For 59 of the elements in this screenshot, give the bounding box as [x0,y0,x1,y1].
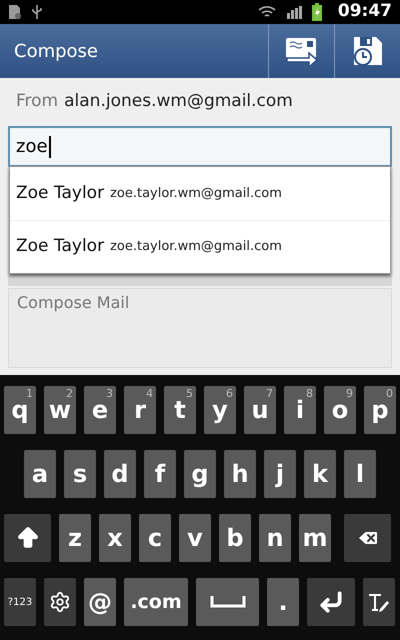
contact-suggestion[interactable]: Zoe Taylor zoe.taylor.wm@gmail.com [10,220,390,273]
keyboard-key[interactable]: c [139,514,171,562]
text-pen-icon [368,592,390,612]
clock: 09:47 [338,0,392,24]
space-icon [210,596,246,608]
handwriting-key[interactable] [363,578,395,626]
keyboard-key[interactable]: g [184,450,216,498]
contact-email: zoe.taylor.wm@gmail.com [110,238,282,256]
key-hint: 2 [66,388,73,399]
key-hint: 4 [146,388,153,399]
backspace-key[interactable] [344,514,391,562]
keyboard-key[interactable]: .com [124,578,188,626]
key-hint: 0 [386,388,393,399]
enter-key[interactable] [307,578,355,626]
contact-name: Zoe Taylor [16,235,104,258]
key-hint: 3 [106,388,113,399]
keyboard-key[interactable]: d [104,450,136,498]
keyboard-key[interactable]: n [259,514,291,562]
signal-icon [286,5,302,19]
screen-title: Compose [13,40,100,64]
keyboard-key[interactable]: x [99,514,131,562]
sender-address: alan.jones.wm@gmail.com [64,90,293,114]
key-hint: 8 [306,388,313,399]
settings-key[interactable] [44,578,76,626]
keyboard-key[interactable]: m [299,514,331,562]
key-hint: 1 [26,388,33,399]
keyboard-key[interactable]: . [267,578,299,626]
keyboard-key[interactable]: k [304,450,336,498]
keyboard-key[interactable]: @ [84,578,116,626]
usb-icon [32,4,42,20]
body-field[interactable]: Compose Mail [8,288,392,368]
keyboard-key[interactable]: l [344,450,376,498]
key-hint: 5 [186,388,193,399]
settings-icon [49,591,71,613]
to-field[interactable]: zoe [8,126,392,167]
from-label: From [16,90,58,114]
save-clock-icon [352,35,384,67]
contact-suggestion[interactable]: Zoe Taylor zoe.taylor.wm@gmail.com [10,167,390,220]
keyboard-key[interactable]: s [64,450,96,498]
shift-key[interactable] [4,514,51,562]
wifi-icon [258,5,276,19]
keyboard-key[interactable]: j [264,450,296,498]
keyboard-key[interactable]: z [59,514,91,562]
keyboard-key[interactable]: f [144,450,176,498]
keyboard-key[interactable]: v [179,514,211,562]
contact-email: zoe.taylor.wm@gmail.com [110,184,282,203]
keyboard-key[interactable]: h [224,450,256,498]
space-key[interactable] [196,578,259,626]
file-icon [8,4,22,20]
send-card-icon [284,37,318,65]
keyboard-key[interactable]: a [24,450,56,498]
key-hint: 6 [226,388,233,399]
battery-icon [312,3,322,21]
keyboard-key[interactable]: b [219,514,251,562]
symbols-key[interactable]: ?123 [4,578,36,626]
enter-icon [318,589,344,615]
key-hint: 9 [346,388,353,399]
key-hint: 7 [266,388,273,399]
contact-name: Zoe Taylor [16,182,104,205]
